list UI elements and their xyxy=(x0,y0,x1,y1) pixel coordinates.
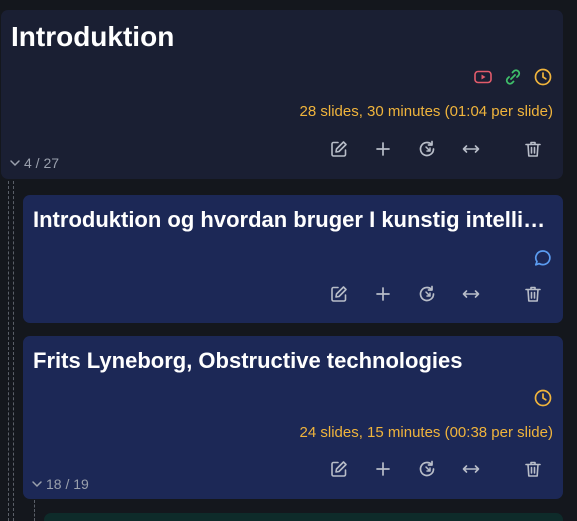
edit-icon xyxy=(331,286,347,302)
plus-icon xyxy=(376,142,390,156)
next-card[interactable] xyxy=(44,513,563,521)
trash-icon xyxy=(525,461,541,477)
slide-counter: 18 / 19 xyxy=(46,476,89,492)
edit-button[interactable] xyxy=(329,459,349,479)
add-button[interactable] xyxy=(373,284,393,304)
delete-button[interactable] xyxy=(523,284,543,304)
card-toolbar xyxy=(329,284,543,304)
collapse-toggle[interactable]: 4 / 27 xyxy=(9,155,59,171)
arrows-horizontal-icon xyxy=(462,290,480,298)
card-indicators xyxy=(533,248,553,268)
section-card[interactable]: Introduktion 28 slides, 30 minutes (01:0… xyxy=(1,10,563,179)
card-indicators xyxy=(473,67,553,87)
add-button[interactable] xyxy=(373,459,393,479)
tree-guide-line xyxy=(8,181,9,521)
clock-icon xyxy=(533,388,553,408)
comment-icon[interactable] xyxy=(533,248,553,268)
resize-button[interactable] xyxy=(461,139,481,159)
plus-icon xyxy=(376,462,390,476)
edit-icon xyxy=(331,461,347,477)
rotate-icon xyxy=(419,285,435,302)
link-icon[interactable] xyxy=(503,67,523,87)
clock-icon xyxy=(533,67,553,87)
edit-button[interactable] xyxy=(329,284,349,304)
chevron-down-icon xyxy=(10,160,20,167)
timing-info: 28 slides, 30 minutes (01:04 per slide) xyxy=(299,103,553,120)
trash-icon xyxy=(525,141,541,157)
resize-button[interactable] xyxy=(461,284,481,304)
video-icon[interactable] xyxy=(473,67,493,87)
slide-title: Frits Lyneborg, Obstructive technologies xyxy=(33,348,463,373)
slide-card[interactable]: Frits Lyneborg, Obstructive technologies… xyxy=(23,336,563,499)
plus-icon xyxy=(376,287,390,301)
tree-guide-line xyxy=(34,500,35,521)
section-title: Introduktion xyxy=(11,21,175,52)
refresh-button[interactable] xyxy=(417,284,437,304)
card-toolbar xyxy=(329,459,543,479)
delete-button[interactable] xyxy=(523,139,543,159)
resize-button[interactable] xyxy=(461,459,481,479)
rotate-icon xyxy=(419,460,435,477)
rotate-icon xyxy=(419,140,435,157)
slide-card[interactable]: Introduktion og hvordan bruger I kunstig… xyxy=(23,195,563,323)
refresh-button[interactable] xyxy=(417,139,437,159)
tree-guide-line xyxy=(13,181,14,521)
arrows-horizontal-icon xyxy=(462,145,480,153)
edit-button[interactable] xyxy=(329,139,349,159)
collapse-toggle[interactable]: 18 / 19 xyxy=(31,476,89,492)
slide-title: Introduktion og hvordan bruger I kunstig… xyxy=(33,207,553,232)
card-indicators xyxy=(533,388,553,408)
add-button[interactable] xyxy=(373,139,393,159)
delete-button[interactable] xyxy=(523,459,543,479)
chevron-down-icon xyxy=(32,481,42,488)
timing-info: 24 slides, 15 minutes (00:38 per slide) xyxy=(299,424,553,441)
trash-icon xyxy=(525,286,541,302)
arrows-horizontal-icon xyxy=(462,465,480,473)
slide-counter: 4 / 27 xyxy=(24,155,60,171)
edit-icon xyxy=(331,141,347,157)
refresh-button[interactable] xyxy=(417,459,437,479)
card-toolbar xyxy=(329,139,543,159)
